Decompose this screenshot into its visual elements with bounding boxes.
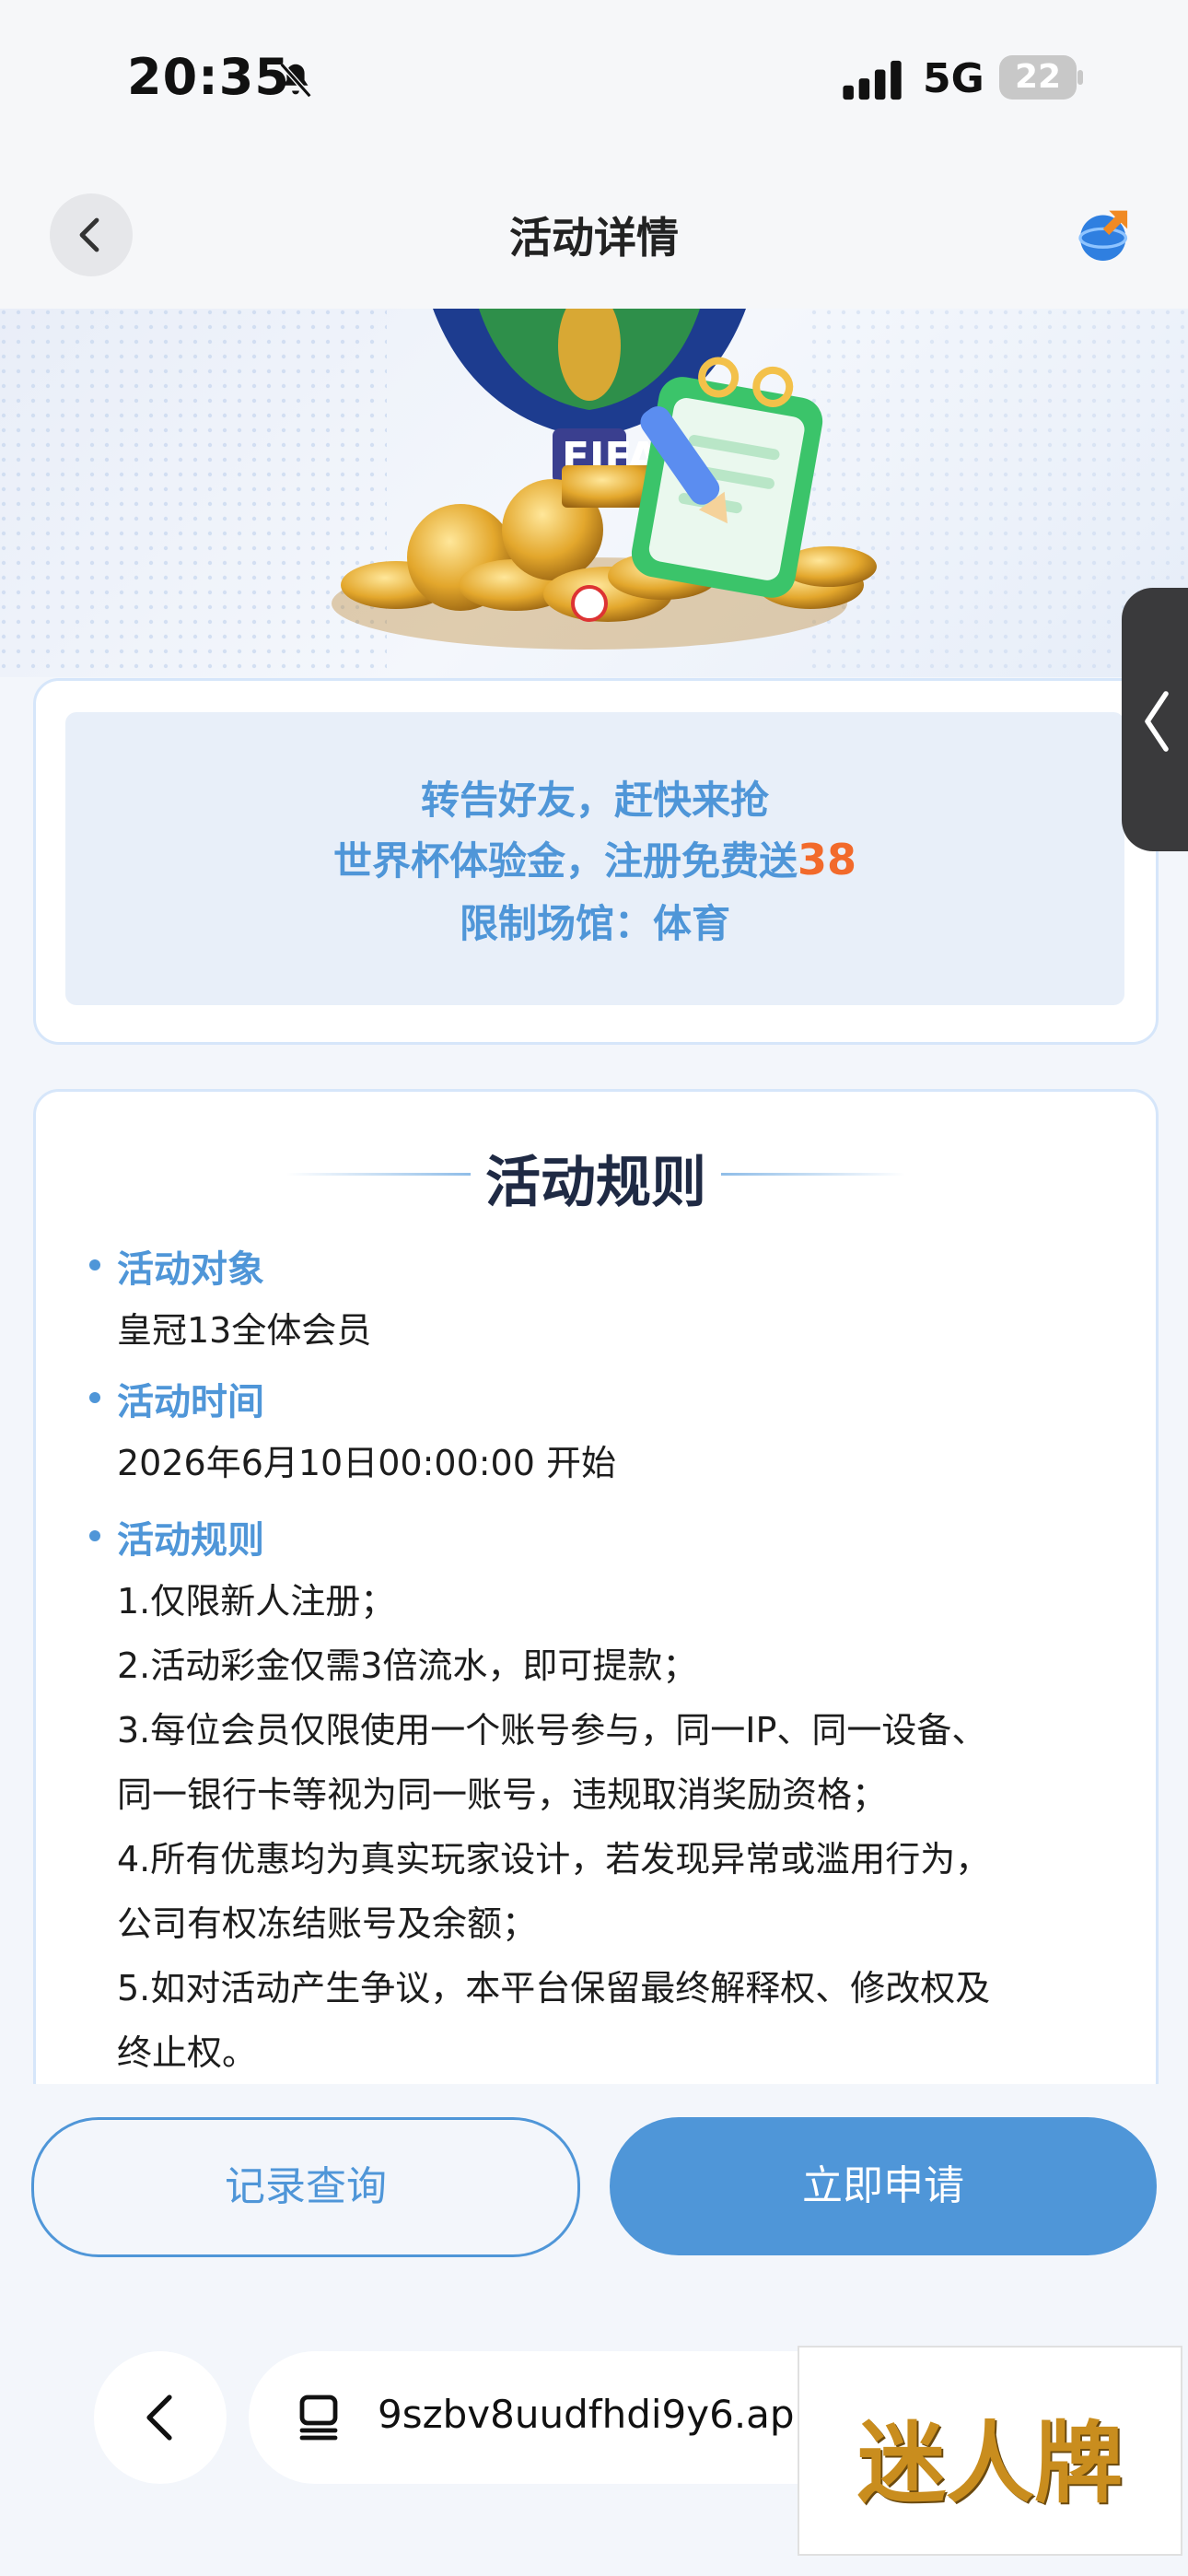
- section-heading: 活动对象: [117, 1248, 264, 1291]
- apply-button[interactable]: 立即申请: [610, 2117, 1157, 2255]
- banner-illustration: FIFA: [0, 309, 1188, 677]
- rule-line: 1.仅限新人注册；: [117, 1581, 396, 1622]
- section-heading: 活动规则: [117, 1519, 264, 1562]
- section-text: 皇冠13全体会员: [117, 1310, 372, 1351]
- section-heading: 活动时间: [117, 1381, 264, 1423]
- battery-level: 22: [1014, 58, 1062, 96]
- status-bar: 20:35 5G 22: [0, 0, 1188, 157]
- bullet-dot: [89, 1392, 100, 1403]
- battery-tip: [1077, 70, 1083, 85]
- rule-line: 3.每位会员仅限使用一个账号参与，同一IP、同一设备、: [117, 1710, 987, 1751]
- bonus-amount: 38: [798, 835, 857, 884]
- bullet-dot: [89, 1259, 100, 1270]
- watermark-text: 迷人牌: [857, 2411, 1123, 2515]
- action-bar: 记录查询 立即申请: [0, 2084, 1188, 2342]
- watermark-logo: 迷人牌: [798, 2346, 1182, 2556]
- section-text: 2026年6月10日00:00:00 开始: [117, 1443, 616, 1483]
- side-drawer-tab[interactable]: [1122, 588, 1188, 851]
- notice-line-2: 世界杯体验金，注册免费送38: [65, 830, 1124, 886]
- rule-line: 终止权。: [117, 2032, 258, 2073]
- notice-card: 转告好友，赶快来抢 世界杯体验金，注册免费送38 限制场馆：体育: [33, 678, 1159, 1045]
- rule-line: 5.如对活动产生争议，本平台保留最终解释权、修改权及: [117, 1968, 991, 2008]
- signal-icon: [843, 60, 902, 100]
- tabs-icon[interactable]: [293, 2392, 344, 2443]
- bullet-dot: [89, 1530, 100, 1541]
- title-divider-right: [721, 1173, 905, 1176]
- url-text: 9szbv8uudfhdi9y6.app: [378, 2392, 820, 2437]
- page-title: 活动详情: [509, 213, 679, 263]
- battery-icon: 22: [999, 55, 1077, 100]
- records-button[interactable]: 记录查询: [31, 2117, 580, 2257]
- rules-card: 活动规则 活动对象 皇冠13全体会员 活动时间 2026年6月10日00:00:…: [33, 1089, 1159, 2108]
- chevron-left-icon: [1145, 691, 1169, 752]
- notice-box: 转告好友，赶快来抢 世界杯体验金，注册免费送38 限制场馆：体育: [65, 712, 1124, 1005]
- network-label: 5G: [923, 55, 984, 102]
- status-time: 20:35: [127, 48, 290, 106]
- rule-line: 公司有权冻结账号及余额；: [117, 1903, 538, 1944]
- rule-line: 4.所有优惠均为真实玩家设计，若发现异常或滥用行为，: [117, 1839, 991, 1879]
- globe-share-icon[interactable]: [1076, 205, 1136, 265]
- rule-line: 2.活动彩金仅需3倍流水，即可提款；: [117, 1645, 698, 1686]
- notice-line-2-text: 世界杯体验金，注册免费送: [332, 838, 798, 884]
- bell-slash-icon: [279, 62, 312, 99]
- rule-line: 同一银行卡等视为同一账号，违规取消奖励资格；: [117, 1774, 888, 1815]
- notice-line-1: 转告好友，赶快来抢: [420, 778, 769, 823]
- nav-header: 活动详情: [0, 157, 1188, 309]
- chevron-left-icon: [146, 2395, 172, 2441]
- promo-banner-image: FIFA: [0, 309, 1188, 677]
- browser-back-button[interactable]: [94, 2351, 227, 2484]
- notice-line-3: 限制场馆：体育: [459, 901, 730, 946]
- rules-title: 活动规则: [485, 1151, 706, 1215]
